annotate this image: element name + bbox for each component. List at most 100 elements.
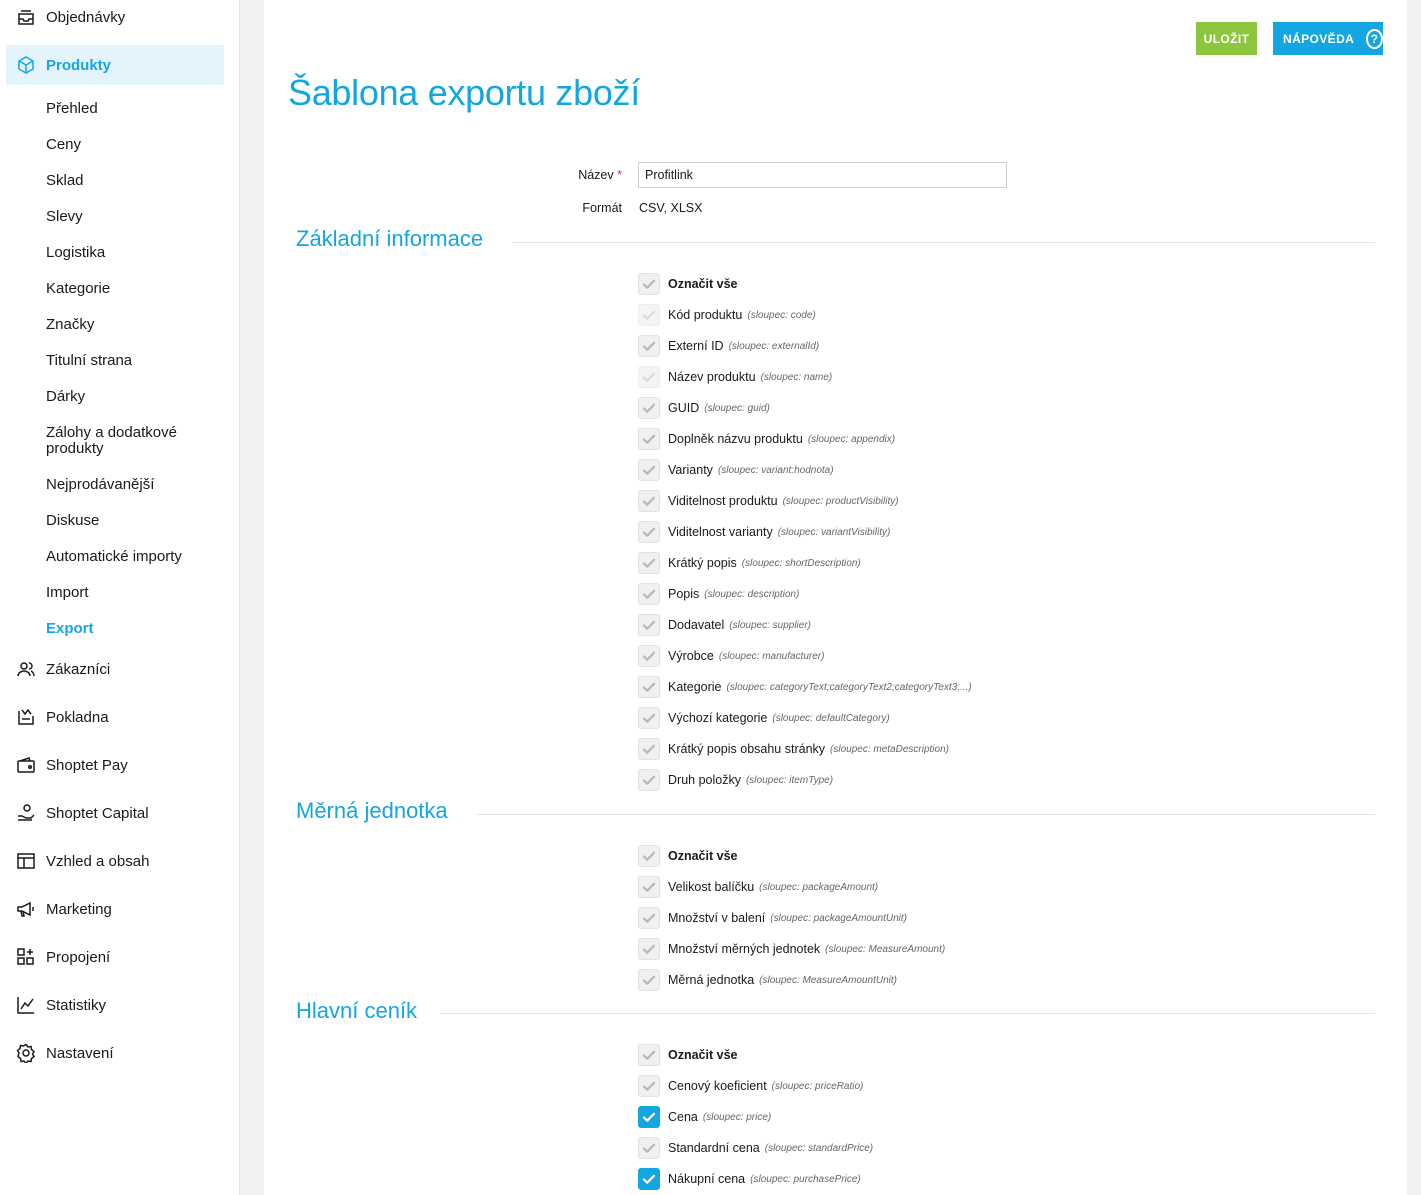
page-title: Šablona exportu zboží bbox=[288, 72, 640, 113]
sidebar-sub-item[interactable]: Dárky bbox=[46, 389, 216, 405]
field-checkbox-row[interactable]: Viditelnost varianty (sloupec: variantVis… bbox=[638, 521, 890, 543]
field-checkbox-row[interactable]: Doplněk názvu produktu (sloupec: appendix… bbox=[638, 428, 895, 450]
sidebar-item-statistics[interactable]: Statistiky bbox=[6, 985, 224, 1025]
field-checkbox[interactable] bbox=[638, 1075, 660, 1097]
sidebar-sub-item[interactable]: Zálohy a dodatkové produkty bbox=[46, 425, 216, 457]
field-checkbox[interactable] bbox=[638, 335, 660, 357]
field-checkbox-row[interactable]: Dodavatel (sloupec: supplier) bbox=[638, 614, 811, 636]
field-checkbox[interactable] bbox=[638, 1137, 660, 1159]
field-checkbox-row[interactable]: Viditelnost produktu (sloupec: productVis… bbox=[638, 490, 899, 512]
sidebar-sub-item[interactable]: Slevy bbox=[46, 209, 216, 225]
sidebar-sub-item[interactable]: Kategorie bbox=[46, 281, 216, 297]
field-checkbox-row[interactable]: Výrobce (sloupec: manufacturer) bbox=[638, 645, 824, 667]
field-checkbox-row[interactable]: Kategorie (sloupec: categoryText;category… bbox=[638, 676, 972, 698]
column-hint: (sloupec: name) bbox=[760, 371, 833, 383]
field-checkbox-row[interactable]: Krátký popis (sloupec: shortDescription) bbox=[638, 552, 861, 574]
select-all-row[interactable]: Označit vše bbox=[638, 1044, 737, 1066]
sidebar-sub-item[interactable]: Logistika bbox=[46, 245, 216, 261]
field-checkbox[interactable] bbox=[638, 459, 660, 481]
sidebar-sub-item[interactable]: Přehled bbox=[46, 101, 216, 117]
field-checkbox[interactable] bbox=[638, 614, 660, 636]
sidebar-item-label: Marketing bbox=[46, 900, 112, 918]
field-checkbox[interactable] bbox=[638, 428, 660, 450]
field-label: Kód produktu bbox=[668, 308, 743, 322]
field-checkbox-row[interactable]: Výchozí kategorie (sloupec: defaultCatego… bbox=[638, 707, 890, 729]
section-title: Hlavní ceník bbox=[296, 998, 418, 1023]
field-label: Název produktu bbox=[668, 370, 756, 384]
field-checkbox[interactable] bbox=[638, 583, 660, 605]
column-hint: (sloupec: supplier) bbox=[729, 619, 812, 631]
main-content: ULOŽIT NÁPOVĚDA ? Šablona exportu zboží … bbox=[264, 0, 1407, 1195]
sidebar-sub-item[interactable]: Nejprodávanější bbox=[46, 477, 216, 493]
field-checkbox[interactable] bbox=[638, 907, 660, 929]
field-checkbox[interactable] bbox=[638, 707, 660, 729]
field-checkbox-row[interactable]: Množství v balení (sloupec: packageAmount… bbox=[638, 907, 907, 929]
save-button[interactable]: ULOŽIT bbox=[1196, 22, 1257, 55]
field-checkbox[interactable] bbox=[638, 769, 660, 791]
sidebar-sub-item[interactable]: Ceny bbox=[46, 137, 216, 153]
field-checkbox-row[interactable]: Kód produktu (sloupec: code) bbox=[638, 304, 816, 326]
help-button[interactable]: NÁPOVĚDA ? bbox=[1273, 22, 1383, 55]
field-checkbox[interactable] bbox=[638, 938, 660, 960]
field-checkbox[interactable] bbox=[638, 1168, 660, 1190]
sidebar-sub-item[interactable]: Sklad bbox=[46, 173, 216, 189]
sidebar-item-register[interactable]: Pokladna bbox=[6, 697, 224, 737]
sidebar-sub-item[interactable]: Titulní strana bbox=[46, 353, 216, 369]
column-hint: (sloupec: packageAmount) bbox=[759, 881, 879, 893]
sidebar-item-appearance[interactable]: Vzhled a obsah bbox=[6, 841, 224, 881]
field-checkbox-row[interactable]: Standardní cena (sloupec: standardPrice) bbox=[638, 1137, 873, 1159]
select-all-checkbox[interactable] bbox=[638, 273, 660, 295]
sidebar-sub-item[interactable]: Značky bbox=[46, 317, 216, 333]
sidebar-item-marketing[interactable]: Marketing bbox=[6, 889, 224, 929]
field-checkbox-row[interactable]: Krátký popis obsahu stránky (sloupec: met… bbox=[638, 738, 949, 760]
field-checkbox-row[interactable]: Popis (sloupec: description) bbox=[638, 583, 799, 605]
field-checkbox[interactable] bbox=[638, 676, 660, 698]
field-checkbox[interactable] bbox=[638, 1106, 660, 1128]
field-checkbox[interactable] bbox=[638, 397, 660, 419]
field-checkbox-row[interactable]: Nákupní cena (sloupec: purchasePrice) bbox=[638, 1168, 861, 1190]
name-input[interactable] bbox=[638, 162, 1007, 188]
field-label: Dodavatel bbox=[668, 618, 725, 632]
sidebar-item-shoptet-pay[interactable]: Shoptet Pay bbox=[6, 745, 224, 785]
sidebar-item-integrations[interactable]: Propojení bbox=[6, 937, 224, 977]
sidebar-sub-item-export[interactable]: Export bbox=[46, 621, 216, 637]
field-checkbox-row[interactable]: Množství měrných jednotek (sloupec: Measu… bbox=[638, 938, 945, 960]
field-label: Cena bbox=[668, 1110, 698, 1124]
field-checkbox[interactable] bbox=[638, 876, 660, 898]
field-checkbox-row[interactable]: Cenový koeficient (sloupec: priceRatio) bbox=[638, 1075, 863, 1097]
field-checkbox[interactable] bbox=[638, 645, 660, 667]
field-checkbox[interactable] bbox=[638, 969, 660, 991]
field-checkbox-row[interactable]: GUID (sloupec: guid) bbox=[638, 397, 770, 419]
section-divider bbox=[476, 814, 1375, 815]
sidebar-item-settings[interactable]: Nastavení bbox=[6, 1033, 224, 1073]
column-hint: (sloupec: variantVisibility) bbox=[777, 526, 891, 538]
sidebar-item-shoptet-capital[interactable]: Shoptet Capital bbox=[6, 793, 224, 833]
column-hint: (sloupec: categoryText;categoryText2;cat… bbox=[726, 681, 972, 693]
field-checkbox-row[interactable]: Měrná jednotka (sloupec: MeasureAmountUni… bbox=[638, 969, 897, 991]
sidebar-sub-item[interactable]: Automatické importy bbox=[46, 549, 216, 565]
select-all-checkbox[interactable] bbox=[638, 1044, 660, 1066]
field-checkbox[interactable] bbox=[638, 552, 660, 574]
sidebar-item-label: Objednávky bbox=[46, 8, 126, 26]
sidebar-sub-item[interactable]: Import bbox=[46, 585, 216, 601]
field-checkbox-row[interactable]: Velikost balíčku (sloupec: packageAmount) bbox=[638, 876, 878, 898]
sidebar-sub-item[interactable]: Diskuse bbox=[46, 513, 216, 529]
field-checkbox[interactable] bbox=[638, 521, 660, 543]
field-checkbox-row[interactable]: Cena (sloupec: price) bbox=[638, 1106, 771, 1128]
sidebar-item-orders[interactable]: Objednávky bbox=[6, 0, 224, 37]
column-hint: (sloupec: shortDescription) bbox=[741, 557, 861, 569]
field-checkbox-row[interactable]: Název produktu (sloupec: name) bbox=[638, 366, 832, 388]
field-checkbox[interactable] bbox=[638, 490, 660, 512]
apps-icon bbox=[15, 946, 37, 968]
sidebar-item-products[interactable]: Produkty bbox=[6, 45, 224, 85]
field-checkbox-row[interactable]: Druh položky (sloupec: itemType) bbox=[638, 769, 833, 791]
select-all-row[interactable]: Označit vše bbox=[638, 845, 737, 867]
column-hint: (sloupec: code) bbox=[747, 309, 816, 321]
select-all-row[interactable]: Označit vše bbox=[638, 273, 737, 295]
sidebar-item-customers[interactable]: Zákazníci bbox=[6, 649, 224, 689]
field-checkbox[interactable] bbox=[638, 738, 660, 760]
select-all-checkbox[interactable] bbox=[638, 845, 660, 867]
field-checkbox-row[interactable]: Externí ID (sloupec: externalId) bbox=[638, 335, 819, 357]
box-tray-icon bbox=[15, 6, 37, 28]
field-checkbox-row[interactable]: Varianty (sloupec: variant:hodnota) bbox=[638, 459, 834, 481]
